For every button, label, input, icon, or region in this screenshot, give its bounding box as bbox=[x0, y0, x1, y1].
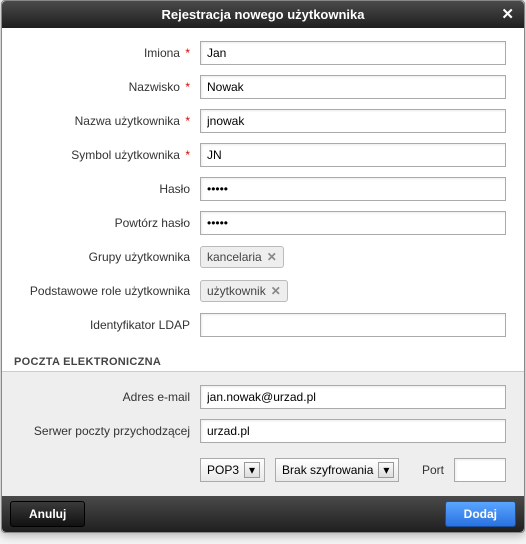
tag-grupy[interactable]: kancelaria ✕ bbox=[200, 246, 284, 268]
required-mark: * bbox=[185, 46, 190, 60]
required-mark: * bbox=[185, 80, 190, 94]
haslo-input[interactable] bbox=[200, 177, 506, 201]
label-grupy: Grupy użytkownika bbox=[20, 250, 200, 264]
label-role: Podstawowe role użytkownika bbox=[20, 284, 200, 298]
cancel-button[interactable]: Anuluj bbox=[10, 501, 85, 527]
required-mark: * bbox=[185, 114, 190, 128]
encryption-select[interactable]: Brak szyfrowania ▾ bbox=[275, 458, 399, 482]
label-symbol: Symbol użytkownika * bbox=[20, 148, 200, 162]
row-login: Nazwa użytkownika * bbox=[20, 108, 506, 134]
chevron-down-icon: ▾ bbox=[244, 462, 260, 478]
label-nazwisko: Nazwisko * bbox=[20, 80, 200, 94]
section-body-email: Adres e-mail Serwer poczty przychodzącej bbox=[2, 372, 524, 496]
row-symbol: Symbol użytkownika * bbox=[20, 142, 506, 168]
tag-role[interactable]: użytkownik ✕ bbox=[200, 280, 288, 302]
nazwisko-input[interactable] bbox=[200, 75, 506, 99]
chevron-down-icon: ▾ bbox=[378, 462, 394, 478]
incoming-server-input[interactable] bbox=[200, 419, 506, 443]
required-mark: * bbox=[185, 148, 190, 162]
protocol-select[interactable]: POP3 ▾ bbox=[200, 458, 265, 482]
row-incoming: Serwer poczty przychodzącej bbox=[20, 418, 506, 444]
symbol-input[interactable] bbox=[200, 143, 506, 167]
row-role: Podstawowe role użytkownika użytkownik ✕ bbox=[20, 278, 506, 304]
row-imiona: Imiona * bbox=[20, 40, 506, 66]
dialog: Rejestracja nowego użytkownika ✕ Imiona … bbox=[1, 0, 525, 533]
submit-button[interactable]: Dodaj bbox=[445, 501, 516, 527]
dialog-content: Imiona * Nazwisko * Nazwa użytkownika * bbox=[2, 28, 524, 496]
row-haslo2: Powtórz hasło bbox=[20, 210, 506, 236]
login-input[interactable] bbox=[200, 109, 506, 133]
tag-remove-icon[interactable]: ✕ bbox=[271, 284, 281, 298]
row-grupy: Grupy użytkownika kancelaria ✕ bbox=[20, 244, 506, 270]
imiona-input[interactable] bbox=[200, 41, 506, 65]
tag-text: kancelaria bbox=[207, 250, 262, 264]
row-incoming-opts: POP3 ▾ Brak szyfrowania ▾ Port bbox=[20, 452, 506, 492]
row-email: Adres e-mail bbox=[20, 384, 506, 410]
encryption-selected: Brak szyfrowania bbox=[282, 463, 373, 477]
label-ldap: Identyfikator LDAP bbox=[20, 318, 200, 332]
row-haslo: Hasło bbox=[20, 176, 506, 202]
label-login: Nazwa użytkownika * bbox=[20, 114, 200, 128]
label-imiona: Imiona * bbox=[20, 46, 200, 60]
label-incoming: Serwer poczty przychodzącej bbox=[20, 424, 200, 438]
dialog-footer: Anuluj Dodaj bbox=[2, 496, 524, 532]
ldap-input[interactable] bbox=[200, 313, 506, 337]
label-haslo2: Powtórz hasło bbox=[20, 216, 200, 230]
email-input[interactable] bbox=[200, 385, 506, 409]
close-icon[interactable]: ✕ bbox=[501, 5, 514, 23]
label-haslo: Hasło bbox=[20, 182, 200, 196]
tag-remove-icon[interactable]: ✕ bbox=[267, 250, 277, 264]
port-label: Port bbox=[422, 463, 444, 477]
dialog-title: Rejestracja nowego użytkownika bbox=[161, 7, 364, 22]
protocol-selected: POP3 bbox=[207, 463, 239, 477]
label-email: Adres e-mail bbox=[20, 390, 200, 404]
incoming-port-input[interactable] bbox=[454, 458, 506, 482]
section-header-email: POCZTA ELEKTRONICZNA bbox=[2, 350, 524, 372]
row-nazwisko: Nazwisko * bbox=[20, 74, 506, 100]
tag-text: użytkownik bbox=[207, 284, 266, 298]
row-ldap: Identyfikator LDAP bbox=[20, 312, 506, 338]
titlebar: Rejestracja nowego użytkownika ✕ bbox=[2, 1, 524, 28]
haslo2-input[interactable] bbox=[200, 211, 506, 235]
